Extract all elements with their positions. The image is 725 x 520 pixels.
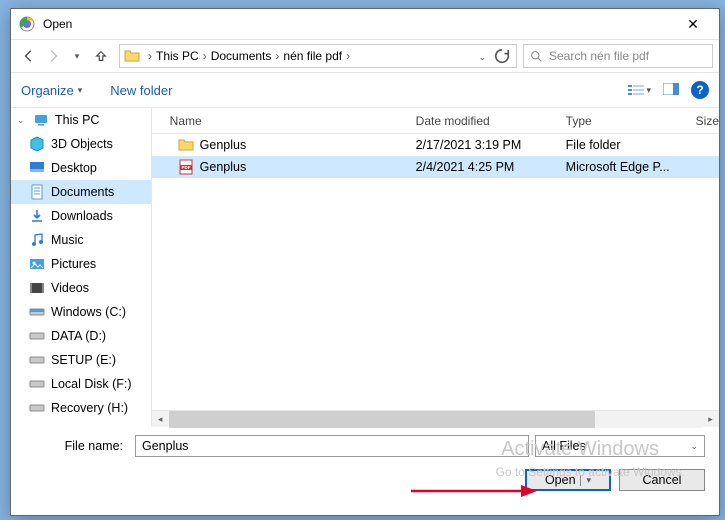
tree-desktop[interactable]: Desktop	[11, 156, 151, 180]
tree-music[interactable]: Music	[11, 228, 151, 252]
column-headers[interactable]: Name Date modified Type Size	[152, 108, 719, 134]
desktop-icon	[29, 160, 45, 176]
cube-icon	[29, 136, 45, 152]
tree-drive-d[interactable]: DATA (D:)	[11, 324, 151, 348]
scroll-left-icon[interactable]: ◂	[152, 411, 169, 428]
open-dropdown-icon[interactable]: ▾	[580, 475, 592, 486]
window-title: Open	[43, 17, 675, 31]
address-dropdown[interactable]: ⌄	[478, 49, 486, 63]
drive-icon	[29, 352, 45, 368]
recent-dropdown[interactable]: ▾	[65, 44, 89, 68]
filename-input[interactable]	[135, 435, 529, 457]
cancel-button[interactable]: Cancel	[619, 469, 705, 491]
back-button[interactable]	[17, 44, 41, 68]
file-row[interactable]: PDFGenplus 2/4/2021 4:25 PM Microsoft Ed…	[152, 156, 719, 178]
horizontal-scrollbar[interactable]: ◂ ▸	[152, 410, 719, 427]
drive-icon	[29, 328, 45, 344]
filetype-filter[interactable]: All Files⌄	[535, 435, 705, 457]
download-icon	[29, 208, 45, 224]
bottom-panel: File name: All Files⌄ Open ▾ Cancel	[11, 427, 719, 501]
filename-label: File name:	[25, 439, 129, 453]
nav-row: ▾ › This PC › Documents › nén file pdf ›…	[11, 39, 719, 73]
drive-icon	[29, 304, 45, 320]
crumb-documents[interactable]: Documents	[211, 49, 272, 63]
address-bar[interactable]: › This PC › Documents › nén file pdf › ⌄	[119, 44, 517, 68]
computer-icon	[33, 112, 49, 128]
view-mode-button[interactable]: ▾	[628, 84, 651, 96]
tree-drive-f[interactable]: Local Disk (F:)	[11, 372, 151, 396]
crumb-thispc[interactable]: This PC	[156, 49, 199, 63]
dialog-body: ⌄ This PC 3D Objects Desktop Documents D…	[11, 107, 719, 427]
tree-3dobjects[interactable]: 3D Objects	[11, 132, 151, 156]
refresh-button[interactable]	[492, 46, 512, 66]
close-button[interactable]: ✕	[675, 16, 711, 33]
scroll-thumb[interactable]	[169, 411, 596, 428]
file-list[interactable]: Genplus 2/17/2021 3:19 PM File folder PD…	[152, 134, 719, 410]
search-placeholder: Search nén file pdf	[549, 49, 649, 63]
titlebar: Open ✕	[11, 9, 719, 39]
file-pane: Name Date modified Type Size Genplus 2/1…	[152, 108, 719, 427]
col-type[interactable]: Type	[558, 114, 688, 128]
tree-drive-e[interactable]: SETUP (E:)	[11, 348, 151, 372]
documents-icon	[29, 184, 45, 200]
folder-icon	[178, 137, 194, 153]
organize-menu[interactable]: Organize▾	[21, 83, 82, 98]
drive-icon	[29, 376, 45, 392]
nav-tree[interactable]: ⌄ This PC 3D Objects Desktop Documents D…	[11, 108, 152, 427]
app-icon	[19, 16, 35, 32]
tree-drive-c[interactable]: Windows (C:)	[11, 300, 151, 324]
folder-icon	[124, 48, 140, 64]
scroll-right-icon[interactable]: ▸	[702, 411, 719, 428]
pictures-icon	[29, 256, 45, 272]
open-dialog: Open ✕ ▾ › This PC › Documents › nén fil…	[10, 8, 720, 516]
music-icon	[29, 232, 45, 248]
search-input[interactable]: Search nén file pdf	[523, 44, 713, 68]
tree-thispc[interactable]: ⌄ This PC	[11, 108, 151, 132]
col-date[interactable]: Date modified	[408, 114, 558, 128]
new-folder-button[interactable]: New folder	[110, 83, 172, 98]
videos-icon	[29, 280, 45, 296]
preview-pane-button[interactable]	[663, 83, 679, 98]
tree-videos[interactable]: Videos	[11, 276, 151, 300]
drive-icon	[29, 400, 45, 416]
toolbar: Organize▾ New folder ▾ ?	[11, 73, 719, 107]
file-row[interactable]: Genplus 2/17/2021 3:19 PM File folder	[152, 134, 719, 156]
search-icon	[530, 50, 543, 63]
open-button[interactable]: Open ▾	[525, 469, 611, 491]
tree-downloads[interactable]: Downloads	[11, 204, 151, 228]
up-button[interactable]	[89, 44, 113, 68]
col-size[interactable]: Size	[688, 114, 719, 128]
help-button[interactable]: ?	[691, 81, 709, 99]
crumb-folder[interactable]: nén file pdf	[283, 49, 342, 63]
svg-text:PDF: PDF	[181, 165, 190, 170]
tree-documents[interactable]: Documents	[11, 180, 151, 204]
col-name[interactable]: Name	[152, 114, 408, 128]
tree-drive-h[interactable]: Recovery (H:)	[11, 396, 151, 420]
tree-pictures[interactable]: Pictures	[11, 252, 151, 276]
forward-button[interactable]	[41, 44, 65, 68]
pdf-icon: PDF	[178, 159, 194, 175]
